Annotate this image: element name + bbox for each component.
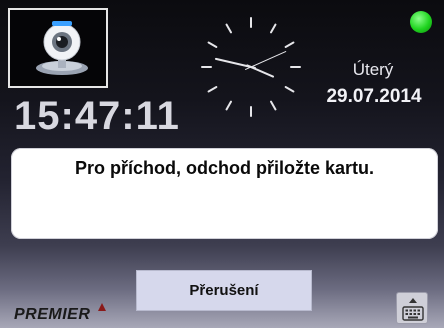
weekday-label: Úterý (352, 60, 394, 79)
status-indicator (410, 11, 432, 33)
keyboard-button[interactable] (396, 292, 428, 324)
camera-preview[interactable] (8, 8, 108, 88)
message-text: Pro příchod, odchod přiložte kartu. (74, 158, 374, 178)
premier-logo: PREMIER (14, 306, 91, 323)
date-label: 29.07.2014 (326, 86, 422, 107)
clock-tick (284, 41, 295, 48)
clock-second-hand (245, 51, 287, 70)
clock-tick (225, 23, 232, 34)
clock-tick (225, 100, 232, 111)
clock-tick (207, 41, 218, 48)
terminal-screen: Úterý 29.07.2014 15:47:11 Pro příchod, o… (0, 0, 444, 328)
analog-clock (201, 17, 301, 117)
clock-tick (270, 100, 277, 111)
clock-tick (284, 86, 295, 93)
keyboard-icon (402, 298, 424, 321)
clock-tick (207, 86, 218, 93)
clock-minute-hand (214, 57, 256, 69)
message-panel: Pro příchod, odchod přiložte kartu. (11, 148, 438, 239)
clock-tick (270, 23, 277, 34)
cancel-button[interactable]: Přerušení (136, 270, 312, 311)
digital-time: 15:47:11 (14, 94, 180, 138)
logo-mark-icon (98, 303, 106, 311)
webcam-icon (36, 21, 88, 75)
